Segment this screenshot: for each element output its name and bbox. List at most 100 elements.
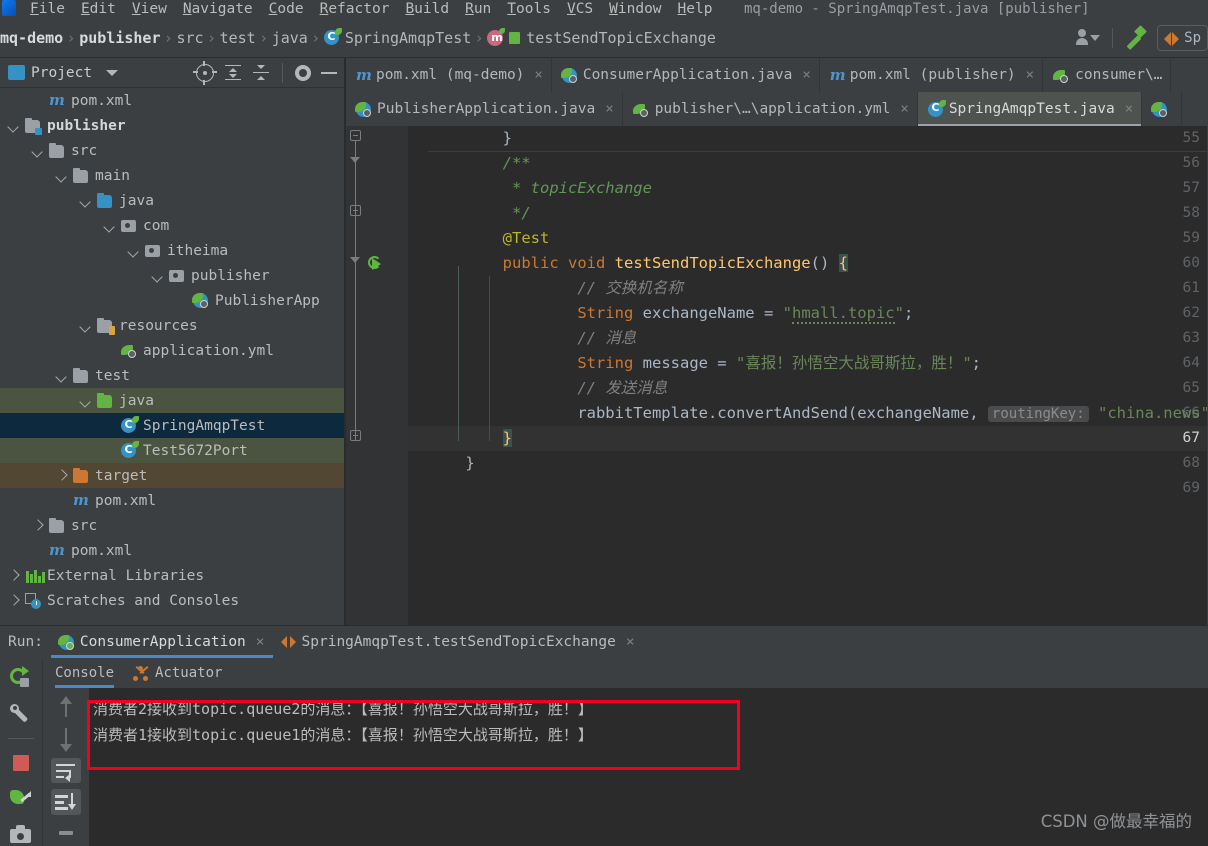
menu-item-vcs[interactable]: VCS <box>559 0 601 18</box>
chevron-down-icon[interactable] <box>8 120 19 131</box>
close-icon[interactable]: × <box>1125 101 1133 117</box>
tree-item-src[interactable]: src <box>0 138 345 163</box>
code-line[interactable]: String exchangeName = "hmall.topic"; <box>428 301 913 326</box>
soft-wrap-icon[interactable] <box>51 757 81 784</box>
chevron-down-icon[interactable] <box>56 170 67 181</box>
chevron-right-icon[interactable] <box>32 520 43 531</box>
tree-item-publisherapp[interactable]: PublisherApp <box>0 288 345 313</box>
collapse-all-icon[interactable] <box>252 64 270 82</box>
scroll-to-end-icon[interactable] <box>51 789 81 816</box>
tree-item-scratches-and-consoles[interactable]: Scratches and Consoles <box>0 588 345 613</box>
tree-item-java[interactable]: java <box>0 188 345 213</box>
tree-item-main[interactable]: main <box>0 163 345 188</box>
close-icon[interactable]: × <box>802 67 810 83</box>
tree-item-external-libraries[interactable]: External Libraries <box>0 563 345 588</box>
chevron-down-icon[interactable] <box>106 69 119 76</box>
chevron-right-icon[interactable] <box>56 470 67 481</box>
chevron-down-icon[interactable] <box>152 270 163 281</box>
code-line[interactable]: // 发送消息 <box>428 376 667 401</box>
tree-item-pom-xml[interactable]: m pom.xml <box>0 538 345 563</box>
tree-item-com[interactable]: com <box>0 213 345 238</box>
fold-column[interactable] <box>408 126 428 625</box>
run-tab-springamqptest-testsendtopicexchange[interactable]: SpringAmqpTest.testSendTopicExchange × <box>273 626 643 658</box>
tree-item-resources[interactable]: resources <box>0 313 345 338</box>
tree-item-itheima[interactable]: itheima <box>0 238 345 263</box>
code-line[interactable]: @Test <box>428 226 550 251</box>
editor-tab-consumerapplication-java[interactable]: ConsumerApplication.java × <box>552 58 820 92</box>
editor-tab-extra[interactable] <box>1142 92 1183 126</box>
run-tab-consumerapplication[interactable]: ConsumerApplication × <box>50 626 273 658</box>
expand-all-icon[interactable] <box>224 64 242 82</box>
close-icon[interactable]: × <box>1026 67 1034 83</box>
console-tab-actuator[interactable]: Actuator <box>132 658 222 688</box>
code-line[interactable]: // 消息 <box>428 326 636 351</box>
tree-item-test[interactable]: test <box>0 363 345 388</box>
tree-item-springamqptest[interactable]: SpringAmqpTest <box>0 413 345 438</box>
code-line[interactable]: /** <box>428 151 531 176</box>
editor-tab-pom-xml-publisher-[interactable]: m pom.xml (publisher) × <box>820 58 1044 92</box>
run-configuration-selector[interactable]: Sp <box>1157 25 1208 51</box>
thread-dump-icon[interactable] <box>9 787 33 811</box>
menu-item-run[interactable]: Run <box>457 0 499 18</box>
settings-gear-icon[interactable] <box>295 64 311 81</box>
screenshot-camera-icon[interactable] <box>9 823 33 846</box>
project-tree[interactable]: m pom.xml publisher src main java com itheima pu… <box>0 88 345 625</box>
menu-item-tools[interactable]: Tools <box>499 0 559 18</box>
tree-item-pom-xml[interactable]: m pom.xml <box>0 488 345 513</box>
run-test-gutter-icon[interactable] <box>368 256 386 272</box>
hammer-build-icon[interactable] <box>1123 25 1149 50</box>
breadcrumb-module[interactable]: publisher <box>79 29 160 47</box>
code-line[interactable]: */ <box>428 201 531 226</box>
code-line[interactable]: } <box>428 126 512 151</box>
close-icon[interactable]: × <box>900 101 908 117</box>
tree-item-publisher[interactable]: publisher <box>0 263 345 288</box>
tree-item-publisher[interactable]: publisher <box>0 113 345 138</box>
tree-item-application-yml[interactable]: application.yml <box>0 338 345 363</box>
code-line[interactable]: String message = "喜报！孙悟空大战哥斯拉，胜！"; <box>428 351 981 376</box>
code-editor[interactable]: 55 } 56 /** 57 * topicExchange 58 */ 59 @Tes… <box>346 126 1208 625</box>
close-icon[interactable]: × <box>605 101 613 117</box>
print-icon[interactable] <box>51 821 81 846</box>
chevron-down-icon[interactable] <box>104 220 115 231</box>
project-panel-title[interactable]: Project <box>31 65 92 81</box>
code-line[interactable]: } <box>428 426 512 451</box>
menu-item-code[interactable]: Code <box>261 0 312 18</box>
menu-item-help[interactable]: Help <box>670 0 721 18</box>
scroll-down-icon[interactable] <box>51 726 81 752</box>
close-icon[interactable]: × <box>256 634 265 650</box>
editor-tab-publisher-application-yml[interactable]: publisher\…\application.yml × <box>623 92 918 126</box>
breadcrumb-java[interactable]: java <box>272 29 308 47</box>
chevron-right-icon[interactable] <box>8 570 19 581</box>
tree-item-target[interactable]: target <box>0 463 345 488</box>
menu-item-view[interactable]: View <box>124 0 175 18</box>
tree-item-java[interactable]: java <box>0 388 345 413</box>
tree-item-pom-xml[interactable]: m pom.xml <box>0 88 345 113</box>
chevron-down-icon[interactable] <box>80 395 91 406</box>
editor-tab-springamqptest-java[interactable]: SpringAmqpTest.java × <box>917 92 1143 126</box>
chevron-down-icon[interactable] <box>56 370 67 381</box>
breadcrumb-method[interactable]: m testSendTopicExchange <box>487 27 716 47</box>
close-icon[interactable]: × <box>626 634 635 650</box>
user-avatar-icon[interactable] <box>1076 28 1102 48</box>
breadcrumb-project[interactable]: mq-demo <box>0 29 63 47</box>
scroll-up-icon[interactable] <box>51 694 81 720</box>
tree-item-test5672port[interactable]: Test5672Port <box>0 438 345 463</box>
menu-item-navigate[interactable]: Navigate <box>175 0 261 18</box>
menu-item-file[interactable]: File <box>22 0 73 18</box>
menu-item-edit[interactable]: Edit <box>73 0 124 18</box>
code-line[interactable]: } <box>428 451 474 476</box>
code-line[interactable]: rabbitTemplate.convertAndSend(exchangeNa… <box>428 401 1208 426</box>
code-line[interactable]: * topicExchange <box>428 176 652 201</box>
rerun-icon[interactable] <box>9 666 33 690</box>
minimize-icon[interactable] <box>321 71 337 74</box>
menu-item-refactor[interactable]: Refactor <box>312 0 398 18</box>
chevron-down-icon[interactable] <box>128 245 139 256</box>
console-tab-console[interactable]: Console <box>55 658 115 688</box>
stop-icon[interactable] <box>9 751 33 775</box>
chevron-down-icon[interactable] <box>32 145 43 156</box>
chevron-right-icon[interactable] <box>8 595 19 606</box>
breadcrumb-class[interactable]: SpringAmqpTest <box>323 28 471 47</box>
breadcrumb-src[interactable]: src <box>177 29 204 47</box>
code-line[interactable]: // 交换机名称 <box>428 276 683 301</box>
close-icon[interactable]: × <box>534 67 542 83</box>
